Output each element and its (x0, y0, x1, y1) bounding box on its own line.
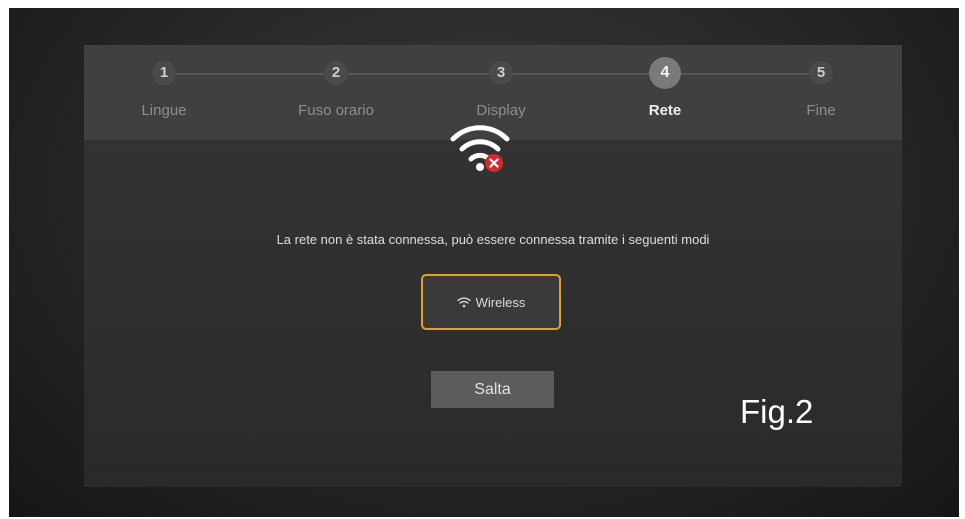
network-status-message: La rete non è stata connessa, può essere… (276, 232, 710, 247)
wifi-disconnected-icon (450, 125, 510, 172)
step-fuso-orario: 2 Fuso orario (276, 45, 396, 140)
step-fine: 5 Fine (761, 45, 881, 140)
step-lingue: 1 Lingue (104, 45, 224, 140)
wireless-button-label: Wireless (475, 294, 526, 310)
step-number: 2 (324, 61, 348, 85)
figure-caption: Fig.2 (740, 393, 814, 430)
step-number: 5 (809, 61, 833, 85)
step-label: Fine (806, 102, 836, 119)
step-rete: 4 Rete (605, 45, 725, 140)
step-label: Rete (648, 102, 682, 119)
wifi-icon (456, 297, 471, 308)
step-number: 1 (152, 61, 176, 85)
wireless-button[interactable]: Wireless (421, 274, 561, 330)
tv-screen-frame: 1 Lingue 2 Fuso orario 3 Display 4 Rete … (9, 8, 959, 517)
screen-background: 1 Lingue 2 Fuso orario 3 Display 4 Rete … (9, 8, 959, 517)
step-number: 4 (649, 57, 681, 89)
step-label: Fuso orario (298, 102, 374, 119)
skip-button[interactable]: Salta (431, 371, 554, 408)
step-label: Lingue (141, 102, 187, 119)
step-number: 3 (489, 61, 513, 85)
